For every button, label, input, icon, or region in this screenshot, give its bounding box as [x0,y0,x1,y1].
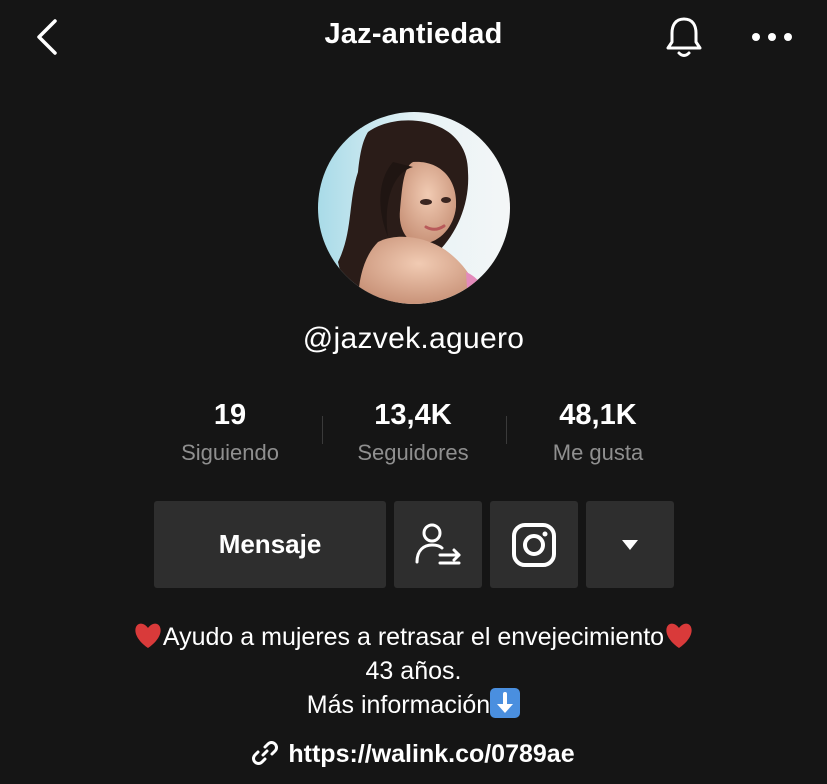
stat-followers-count: 13,4K [374,399,452,431]
stat-followers[interactable]: 13,4K Seguidores [328,396,498,466]
stat-likes[interactable]: 48,1K Me gusta [513,396,683,466]
instagram-button[interactable] [490,501,578,588]
profile-stats: 19 Siguiendo 13,4K Seguidores 48,1K Me g… [0,396,827,472]
bio-line-1-text: Ayudo a mujeres a retrasar el envejecimi… [162,623,665,651]
stat-following-count: 19 [213,399,247,431]
caret-down-icon [622,539,638,550]
bio-line-3: Más información [0,688,827,722]
down-arrow-emoji-icon [490,688,521,718]
top-bar: Jaz-antiedad [0,0,827,76]
stat-following-label: Siguiendo [181,440,279,465]
red-heart-emoji-icon [135,623,161,648]
bio-line-3-text: Más información [306,691,491,719]
bio-link-text: https://walink.co/0789ae [288,740,575,768]
follow-switch-button[interactable] [394,501,482,588]
stat-divider [322,416,323,444]
instagram-icon [512,522,556,567]
bio-line-2: 43 años. [365,657,462,685]
profile-bio: Ayudo a mujeres a retrasar el envejecimi… [0,620,827,722]
profile-avatar[interactable] [318,112,510,304]
bio-link[interactable]: https://walink.co/0789ae [0,740,827,769]
bio-line-1: Ayudo a mujeres a retrasar el envejecimi… [0,620,827,654]
link-icon [252,741,279,765]
red-heart-emoji-icon [666,623,692,648]
more-actions-dropdown-button[interactable] [586,501,674,588]
stat-divider [506,416,507,444]
stat-likes-label: Me gusta [552,440,644,465]
more-options-button[interactable] [748,22,796,52]
bell-icon [666,17,702,57]
profile-username: @jazvek.aguero [302,322,525,355]
more-horizontal-icon [752,33,792,41]
user-switch-icon [415,523,461,564]
message-button[interactable]: Mensaje [154,501,386,588]
notification-bell-button[interactable] [662,14,706,60]
stat-followers-label: Seguidores [357,440,469,465]
stat-likes-count: 48,1K [559,399,637,431]
stat-following[interactable]: 19 Siguiendo [145,396,315,466]
